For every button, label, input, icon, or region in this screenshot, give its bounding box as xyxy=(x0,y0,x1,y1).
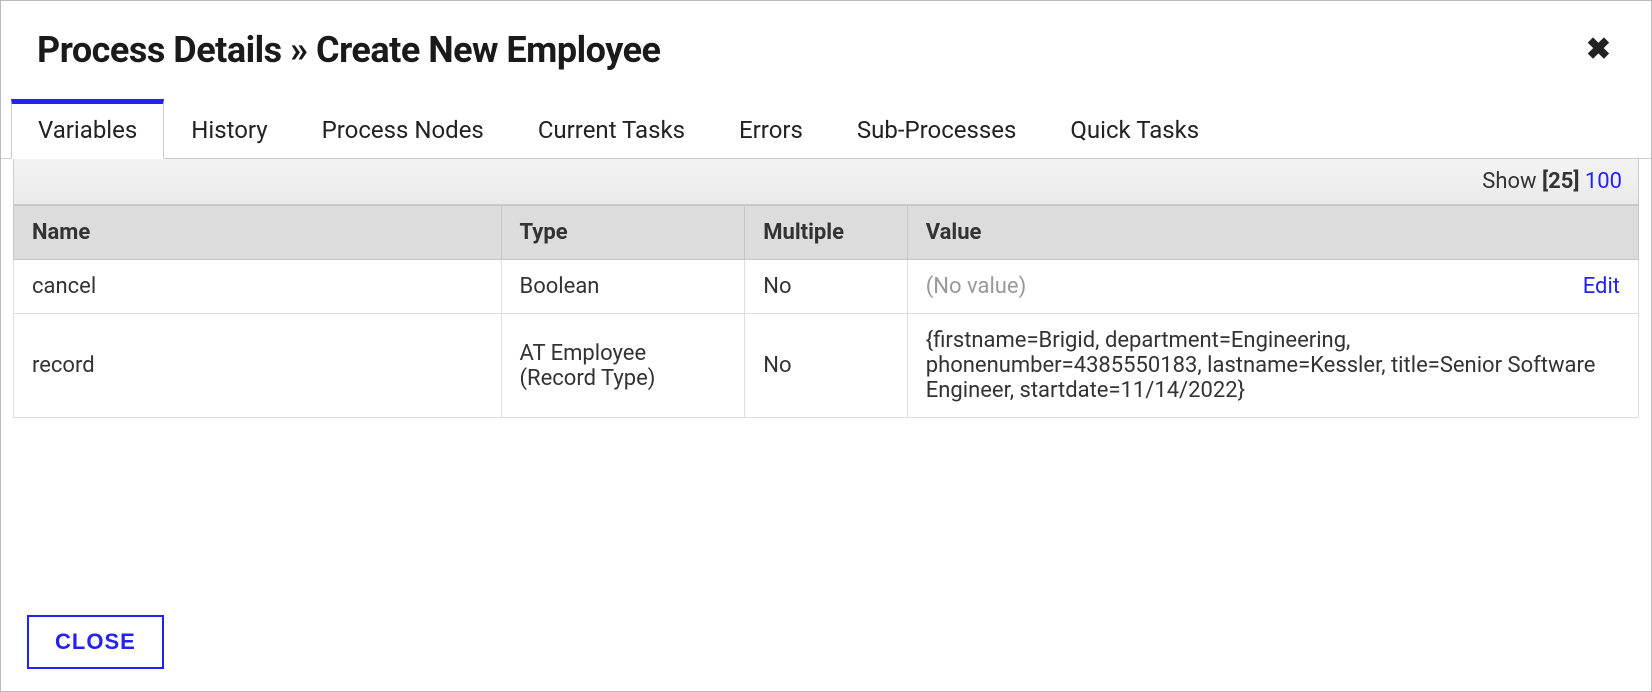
cell-name: record xyxy=(14,314,502,418)
value-text: (No value) xyxy=(926,274,1027,299)
tab-history[interactable]: History xyxy=(164,99,294,159)
tab-label: Sub-Processes xyxy=(857,116,1017,144)
col-header-value: Value xyxy=(907,206,1638,260)
pager-current: [25] xyxy=(1542,169,1579,194)
tab-label: Process Nodes xyxy=(322,116,484,144)
pager-bar: Show [25] 100 xyxy=(13,159,1639,205)
tab-label: Errors xyxy=(739,116,803,144)
cell-multiple: No xyxy=(745,314,908,418)
close-icon[interactable]: ✖ xyxy=(1582,31,1615,69)
cell-type: Boolean xyxy=(501,260,745,314)
show-label: Show xyxy=(1482,169,1536,194)
close-button[interactable]: CLOSE xyxy=(27,615,164,669)
tab-current-tasks[interactable]: Current Tasks xyxy=(511,99,712,159)
cell-multiple: No xyxy=(745,260,908,314)
tab-quick-tasks[interactable]: Quick Tasks xyxy=(1043,99,1226,159)
dialog-footer: CLOSE xyxy=(1,593,1651,691)
table-row: record AT Employee (Record Type) No {fir… xyxy=(14,314,1639,418)
dialog-header: Process Details » Create New Employee ✖ xyxy=(1,1,1651,99)
tab-label: Current Tasks xyxy=(538,116,685,144)
tab-content: Show [25] 100 Name Type Multiple Value c… xyxy=(1,159,1651,593)
tab-variables[interactable]: Variables xyxy=(11,99,164,159)
pager-option-100[interactable]: 100 xyxy=(1585,169,1622,194)
table-header-row: Name Type Multiple Value xyxy=(14,206,1639,260)
tab-errors[interactable]: Errors xyxy=(712,99,830,159)
variables-table: Name Type Multiple Value cancel Boolean … xyxy=(13,205,1639,418)
table-row: cancel Boolean No (No value) Edit xyxy=(14,260,1639,314)
tab-label: Variables xyxy=(38,116,137,144)
tab-label: Quick Tasks xyxy=(1070,116,1199,144)
cell-value: (No value) Edit xyxy=(907,260,1638,314)
tab-process-nodes[interactable]: Process Nodes xyxy=(295,99,511,159)
cell-type: AT Employee (Record Type) xyxy=(501,314,745,418)
value-text: {firstname=Brigid, department=Engineerin… xyxy=(926,328,1596,403)
col-header-type: Type xyxy=(501,206,745,260)
col-header-name: Name xyxy=(14,206,502,260)
edit-link[interactable]: Edit xyxy=(1583,274,1620,299)
cell-value: {firstname=Brigid, department=Engineerin… xyxy=(907,314,1638,418)
dialog-title: Process Details » Create New Employee xyxy=(37,29,660,71)
col-header-multiple: Multiple xyxy=(745,206,908,260)
tab-sub-processes[interactable]: Sub-Processes xyxy=(830,99,1044,159)
process-details-dialog: Process Details » Create New Employee ✖ … xyxy=(0,0,1652,692)
tab-label: History xyxy=(191,116,267,144)
cell-name: cancel xyxy=(14,260,502,314)
tabs-bar: Variables History Process Nodes Current … xyxy=(1,99,1651,159)
